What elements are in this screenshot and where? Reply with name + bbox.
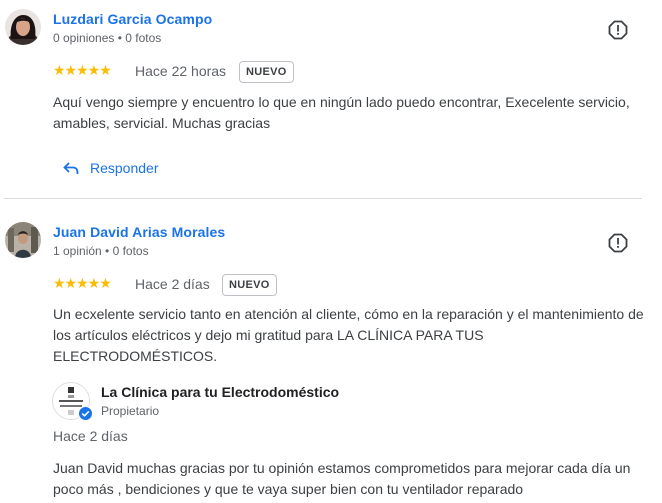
stars-glyphs: ★★★★★ (53, 276, 112, 292)
review-card: Luzdari Garcia Ocampo 0 opiniones • 0 fo… (0, 0, 662, 198)
reply-button[interactable]: Responder (62, 156, 159, 180)
review-date: Hace 22 horas (135, 63, 227, 79)
reviewer-stats: 0 opiniones • 0 fotos (53, 31, 162, 45)
reviewer-stats: 1 opinión • 0 fotos (53, 244, 149, 258)
new-badge: NUEVO (222, 274, 277, 296)
report-icon[interactable] (608, 20, 628, 40)
review-date: Hace 2 días (135, 276, 210, 292)
star-rating: ★★★★★ (53, 62, 112, 79)
review-card: Juan David Arias Morales 1 opinión • 0 f… (0, 199, 662, 503)
reviewer-name[interactable]: Luzdari Garcia Ocampo (53, 11, 212, 27)
report-icon[interactable] (608, 233, 628, 253)
owner-logo[interactable] (52, 382, 93, 421)
reply-label: Responder (90, 160, 159, 176)
owner-reply-date: Hace 2 días (53, 428, 128, 444)
avatar[interactable] (5, 222, 41, 258)
review-text: Aquí vengo siempre y encuentro lo que en… (53, 94, 630, 131)
stars-glyphs: ★★★★★ (53, 63, 112, 79)
reply-arrow-icon (63, 162, 79, 174)
owner-reply-text: Juan David muchas gracias por tu opinión… (53, 460, 631, 497)
star-rating: ★★★★★ (53, 275, 112, 292)
new-badge: NUEVO (239, 61, 294, 83)
owner-role: Propietario (101, 404, 160, 418)
reviewer-name[interactable]: Juan David Arias Morales (53, 224, 225, 240)
review-text: Un ecxelente servicio tanto en atención … (53, 306, 644, 364)
owner-name[interactable]: La Clínica para tu Electrodoméstico (101, 384, 339, 400)
verified-check-icon (78, 406, 93, 421)
avatar[interactable] (5, 9, 41, 45)
